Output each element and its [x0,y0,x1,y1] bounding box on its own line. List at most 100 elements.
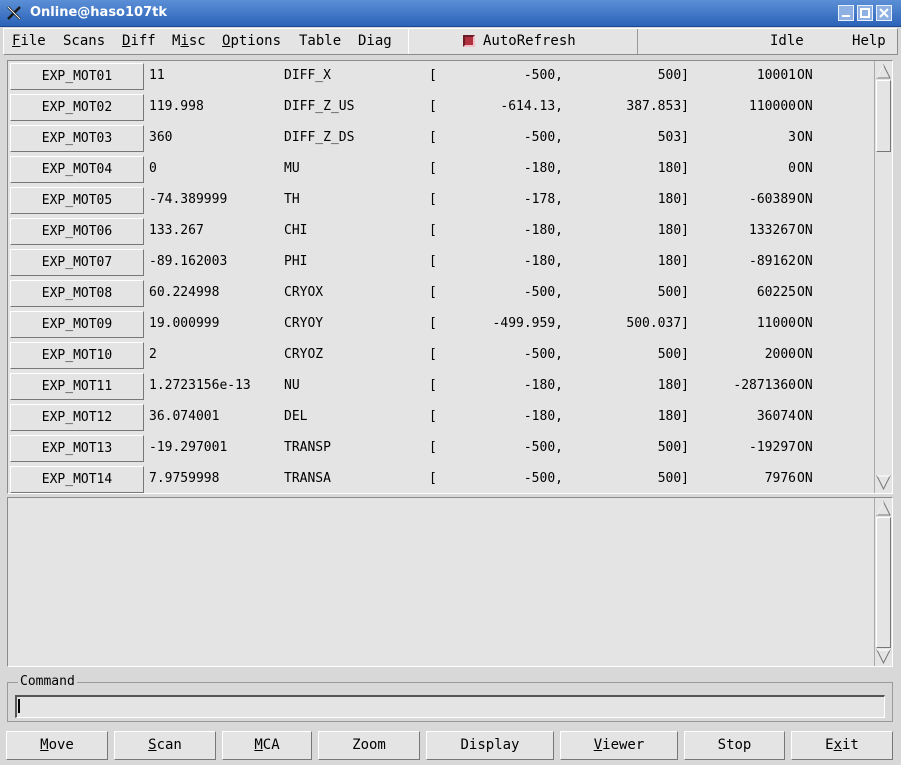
motor-row: EXP_MOT12 36.074001 DEL [-180, 180] 36074 ON [8,402,874,433]
motor-position: 133.267 [149,223,204,238]
scroll-down-icon[interactable] [876,649,891,664]
motor-limit-min: -614.13, [500,99,563,114]
motor-steps: -89162 [749,254,796,269]
menu-file[interactable]: File [12,33,46,49]
menu-diff[interactable]: Diff [122,33,156,49]
motor-button[interactable]: EXP_MOT13 [10,435,144,462]
menu-file-post: ile [20,33,46,49]
close-icon [879,8,889,18]
exit-button-label-ul: x [833,737,842,753]
move-button-label-post: ove [48,737,74,753]
menu-misc-post: sc [188,33,206,49]
motor-name: MU [284,161,300,176]
motor-limit-max: 180] [657,378,689,393]
viewer-button[interactable]: Viewer [560,731,678,760]
motor-limit-min: -500, [523,440,563,455]
command-group: Command [7,674,893,722]
motor-button[interactable]: EXP_MOT08 [10,280,144,307]
motor-state: ON [797,130,813,145]
menu-misc[interactable]: Misc [172,33,206,49]
motor-limit-max: 500] [657,285,689,300]
window-title: Online@haso107tk [30,5,167,20]
motor-button[interactable]: EXP_MOT07 [10,249,144,276]
motor-limit-min: -499.959, [492,316,563,331]
menu-misc-ul: i [180,33,189,49]
maximize-button[interactable] [857,5,873,21]
motor-button[interactable]: EXP_MOT11 [10,373,144,400]
range-bracket: [ [429,99,437,114]
motor-steps: -19297 [749,440,796,455]
scroll-thumb[interactable] [876,80,891,152]
motor-limit-max: 180] [657,223,689,238]
scroll-down-icon[interactable] [876,475,891,490]
motor-button[interactable]: EXP_MOT05 [10,187,144,214]
text-caret [18,699,20,713]
motor-position: 60.224998 [149,285,220,300]
autorefresh-toggle[interactable]: AutoRefresh [408,29,638,54]
scan-button[interactable]: Scan [114,731,216,760]
motor-button[interactable]: EXP_MOT14 [10,466,144,493]
autorefresh-checkbox[interactable] [463,35,475,47]
motor-row: EXP_MOT06 133.267 CHI [-180, 180] 133267 ON [8,216,874,247]
motor-button[interactable]: EXP_MOT12 [10,404,144,431]
motor-position: 7.9759998 [149,471,220,486]
exit-button-label-post: it [842,737,859,753]
menu-help[interactable]: Help [852,33,886,49]
zoom-button[interactable]: Zoom [318,731,420,760]
command-input[interactable] [15,695,885,718]
motor-position: -19.297001 [149,440,228,455]
motor-button[interactable]: EXP_MOT03 [10,125,144,152]
motor-row: EXP_MOT01 11 DIFF_X [-500, 500] 10001 ON [8,61,874,92]
range-bracket: [ [429,192,437,207]
exit-button[interactable]: Exit [791,731,893,760]
motor-table-scrollbar[interactable] [874,61,892,493]
menu-options[interactable]: Options [222,33,281,49]
stop-button[interactable]: Stop [684,731,785,760]
motor-limit-max: 180] [657,409,689,424]
motor-steps: -2871360 [733,378,796,393]
display-button[interactable]: Display [426,731,554,760]
menu-diff-post: iff [130,33,156,49]
minimize-button[interactable] [838,5,854,21]
scroll-thumb[interactable] [876,517,891,648]
motor-button[interactable]: EXP_MOT02 [10,94,144,121]
motor-button[interactable]: EXP_MOT06 [10,218,144,245]
motor-name: TRANSP [284,440,331,455]
motor-limit-min: -180, [523,378,563,393]
menu-diag[interactable]: Diag [358,33,392,49]
motor-button[interactable]: EXP_MOT09 [10,311,144,338]
range-bracket: [ [429,316,437,331]
move-button[interactable]: Move [6,731,108,760]
motor-name: CRYOZ [284,347,324,362]
motor-steps: 7976 [764,471,796,486]
motor-table: EXP_MOT01 11 DIFF_X[-500, 500] 10001 ON EXP_MO… [7,60,893,494]
menu-scans[interactable]: Scans [63,33,105,49]
motor-position: 360 [149,130,173,145]
scroll-up-icon[interactable] [876,64,891,79]
mca-button[interactable]: MCA [222,731,312,760]
motor-position: 0 [149,161,157,176]
menu-table[interactable]: Table [299,33,341,49]
output-scrollbar[interactable] [874,498,892,666]
mca-button-label-ul: M [254,737,263,753]
range-bracket: [ [429,378,437,393]
motor-button[interactable]: EXP_MOT01 [10,63,144,90]
motor-row: EXP_MOT13 -19.297001 TRANSP [-500, 500] -1929… [8,433,874,464]
motor-limit-max: 500] [657,440,689,455]
motor-button[interactable]: EXP_MOT10 [10,342,144,369]
motor-state: ON [797,192,813,207]
motor-button[interactable]: EXP_MOT04 [10,156,144,183]
motor-steps: -60389 [749,192,796,207]
range-bracket: [ [429,130,437,145]
scan-button-label-post: can [156,737,182,753]
close-button[interactable] [876,5,892,21]
motor-state: ON [797,68,813,83]
output-panel[interactable] [7,497,893,667]
motor-name: CRYOY [284,316,324,331]
motor-steps: 133267 [749,223,796,238]
motor-steps: 11000 [756,316,796,331]
motor-state: ON [797,254,813,269]
scroll-up-icon[interactable] [876,501,891,516]
motor-limit-min: -500, [523,68,563,83]
motor-limit-min: -500, [523,471,563,486]
